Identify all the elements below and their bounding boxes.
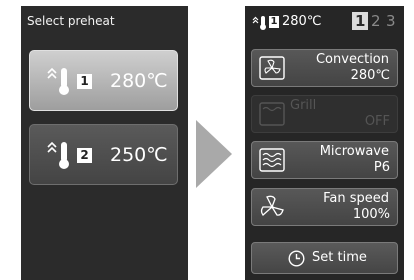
preset-temp: 280℃	[110, 70, 168, 92]
cooking-settings-screen: 1 280℃ 1 2 3 Convection 280℃ Grill OFF M…	[245, 6, 404, 280]
option-label: Convection	[315, 52, 389, 67]
grill-icon	[259, 102, 285, 126]
option-value: OFF	[364, 114, 390, 129]
option-value: 100%	[352, 207, 390, 222]
clock-icon	[288, 250, 305, 267]
page-indicator-2[interactable]: 2	[371, 12, 381, 30]
status-preset-number: 1	[269, 16, 279, 28]
page-indicator-3[interactable]: 3	[386, 12, 396, 30]
preset-temp: 250℃	[110, 144, 168, 166]
microwave-icon	[259, 148, 285, 172]
set-time-button[interactable]: Set time	[251, 242, 398, 274]
fan-icon	[259, 56, 285, 80]
page-indicator-1[interactable]: 1	[352, 12, 369, 30]
transition-arrow-icon	[196, 120, 232, 188]
preset-2-button[interactable]: 2 250℃	[29, 124, 178, 185]
preheat-thermometer-icon	[47, 67, 69, 95]
fan-speed-icon	[260, 195, 284, 216]
microwave-button[interactable]: Microwave P6	[251, 141, 398, 179]
option-label: Microwave	[319, 144, 389, 159]
set-time-label: Set time	[312, 250, 367, 265]
option-value: P6	[373, 160, 390, 175]
option-label: Grill	[290, 98, 317, 113]
preheat-thermometer-icon	[47, 141, 69, 169]
option-value: 280℃	[350, 68, 390, 83]
preset-number: 2	[77, 148, 92, 163]
grill-button[interactable]: Grill OFF	[251, 95, 398, 133]
screen-header: Select preheat	[27, 14, 115, 28]
convection-button[interactable]: Convection 280℃	[251, 49, 398, 87]
preset-number: 1	[77, 74, 92, 89]
preheat-select-screen: Select preheat 1 280℃ 2 250℃	[21, 6, 188, 280]
fan-speed-button[interactable]: Fan speed 100%	[251, 188, 398, 226]
preheat-thermometer-icon	[252, 16, 266, 30]
status-temp: 280℃	[282, 14, 322, 29]
option-label: Fan speed	[323, 191, 389, 206]
preset-1-button[interactable]: 1 280℃	[29, 50, 178, 111]
